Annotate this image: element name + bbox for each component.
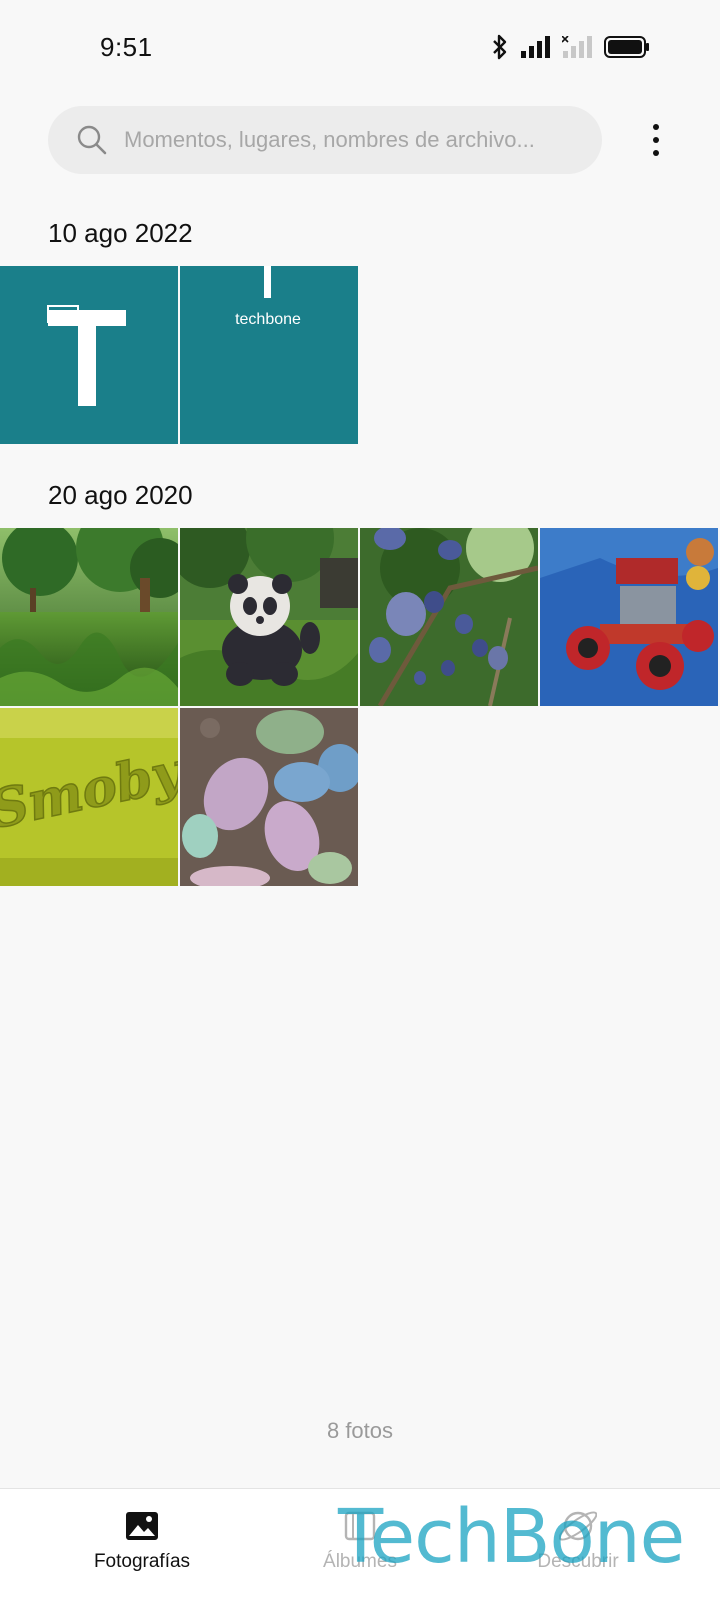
panda-plush-image xyxy=(180,528,358,706)
techbone-text-image: techbone xyxy=(180,266,358,444)
section-date: 10 ago 2022 xyxy=(48,218,193,248)
more-dot-icon xyxy=(653,150,659,156)
more-options-button[interactable] xyxy=(640,120,672,160)
discover-icon xyxy=(559,1511,597,1541)
status-bar: 9:51 xyxy=(0,0,720,96)
photo-thumbnail[interactable]: techbone xyxy=(180,266,358,444)
techbone-t-image xyxy=(0,266,178,444)
photo-thumbnail[interactable] xyxy=(360,528,538,706)
nav-label-discover: Descubrir xyxy=(537,1551,619,1572)
bottom-navigation: Fotografías Álbumes Descubrir xyxy=(0,1488,720,1601)
nav-item-discover[interactable]: Descubrir xyxy=(478,1507,678,1573)
section-date: 20 ago 2020 xyxy=(48,480,193,510)
more-dot-icon xyxy=(653,137,659,143)
photo-count: 8 fotos xyxy=(326,1418,394,1443)
album-icon xyxy=(344,1511,376,1541)
nav-item-photos[interactable]: Fotografías xyxy=(42,1507,242,1573)
photo-thumbnail[interactable] xyxy=(0,266,178,444)
photo-grid: techbone xyxy=(0,266,718,444)
search-input[interactable] xyxy=(122,126,576,154)
photo-thumbnail[interactable]: Smoby xyxy=(0,708,178,886)
battery-icon xyxy=(604,36,649,58)
photo-grid: Smoby xyxy=(0,528,718,886)
chalk-pieces-image xyxy=(180,708,358,886)
grass-trees-image xyxy=(0,528,178,706)
signal-icon xyxy=(521,36,550,58)
more-dot-icon xyxy=(653,124,659,130)
toy-car-image xyxy=(540,528,718,706)
techbone-caption: techbone xyxy=(235,311,301,328)
photo-thumbnail[interactable] xyxy=(540,528,718,706)
search-bar[interactable] xyxy=(48,106,602,174)
status-time: 9:51 xyxy=(100,32,153,62)
photo-thumbnail[interactable] xyxy=(180,528,358,706)
status-icons xyxy=(492,34,650,60)
nav-label-albums: Álbumes xyxy=(323,1551,397,1572)
search-icon xyxy=(77,125,107,155)
bluetooth-icon xyxy=(493,34,507,60)
nav-label-photos: Fotografías xyxy=(93,1551,191,1572)
plum-tree-image xyxy=(360,528,538,706)
nav-item-albums[interactable]: Álbumes xyxy=(260,1507,460,1573)
smoby-toy-image: Smoby xyxy=(0,708,178,886)
photo-icon xyxy=(126,1512,158,1540)
photo-thumbnail[interactable] xyxy=(0,528,178,706)
photo-thumbnail[interactable] xyxy=(180,708,358,886)
signal-off-icon xyxy=(562,36,592,58)
